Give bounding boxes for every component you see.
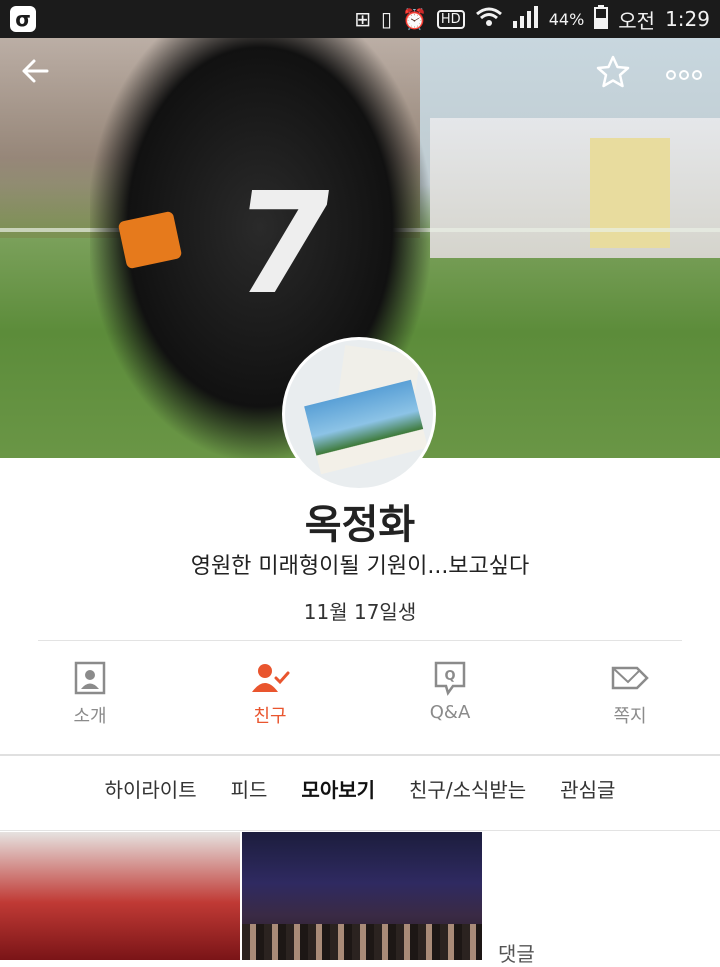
subtab-collection[interactable]: 모아보기 xyxy=(301,774,375,810)
signal-icon xyxy=(512,5,539,33)
app-notification-icon: σ xyxy=(10,6,36,32)
tab-message[interactable]: 쪽지 xyxy=(540,660,720,740)
hd-icon: HD xyxy=(436,9,465,29)
clock-time: 1:29 xyxy=(665,7,710,31)
thumbnail-crowd xyxy=(242,924,482,960)
status-bar-right: ⊞ ▯ ⏰ HD 44% 오전 1:29 xyxy=(354,0,710,38)
tab-intro-label: 소개 xyxy=(73,706,107,727)
avatar-postcard xyxy=(304,379,428,475)
comment-label[interactable]: 댓글 xyxy=(498,938,535,967)
profile-birthday: 11월 17일생 xyxy=(303,600,417,624)
favorite-star-icon[interactable] xyxy=(594,54,632,92)
friend-check-icon xyxy=(180,660,360,698)
divider xyxy=(0,830,720,831)
profile-avatar[interactable] xyxy=(285,340,433,488)
tab-qna[interactable]: Q Q&A xyxy=(360,660,540,740)
profile-name: 옥정화 xyxy=(304,502,416,548)
section-divider xyxy=(0,754,720,756)
post-thumbnail[interactable] xyxy=(0,832,240,960)
nfc-icon: ⊞ xyxy=(354,7,371,31)
tab-intro[interactable]: 소개 xyxy=(0,660,180,740)
alarm-icon: ⏰ xyxy=(402,7,427,31)
divider xyxy=(38,640,682,641)
battery-icon xyxy=(594,4,609,34)
tab-qna-label: Q&A xyxy=(429,702,471,723)
content-filter-tabs: 하이라이트 피드 모아보기 친구/소식받는 관심글 xyxy=(0,774,720,810)
tab-message-label: 쪽지 xyxy=(613,706,647,727)
wifi-icon xyxy=(475,6,503,33)
subtab-highlight[interactable]: 하이라이트 xyxy=(105,774,197,810)
vibrate-icon: ▯ xyxy=(380,7,392,31)
battery-percent: 44% xyxy=(548,9,585,29)
tab-friends[interactable]: 친구 xyxy=(180,660,360,740)
cover-building xyxy=(430,118,720,258)
more-options-icon[interactable] xyxy=(664,58,704,88)
profile-tabs: 소개 친구 Q Q&A 쪽지 xyxy=(0,660,720,740)
subtab-friends-news[interactable]: 친구/소식받는 xyxy=(409,774,526,810)
tab-friends-label: 친구 xyxy=(253,706,287,727)
clock-ampm: 오전 xyxy=(618,8,656,33)
post-thumbnail[interactable] xyxy=(242,832,482,960)
subtab-feed[interactable]: 피드 xyxy=(231,774,268,810)
svg-text:Q: Q xyxy=(444,669,455,684)
subtab-interest[interactable]: 관심글 xyxy=(560,774,615,810)
back-button[interactable] xyxy=(18,58,52,88)
profile-status-message: 영원한 미래형이될 기원이...보고싶다 xyxy=(190,554,530,579)
question-bubble-icon: Q xyxy=(360,660,540,698)
message-tag-icon xyxy=(540,660,720,698)
profile-card-icon xyxy=(0,660,180,698)
status-bar: σ ⊞ ▯ ⏰ HD 44% 오전 1:29 xyxy=(0,0,720,38)
